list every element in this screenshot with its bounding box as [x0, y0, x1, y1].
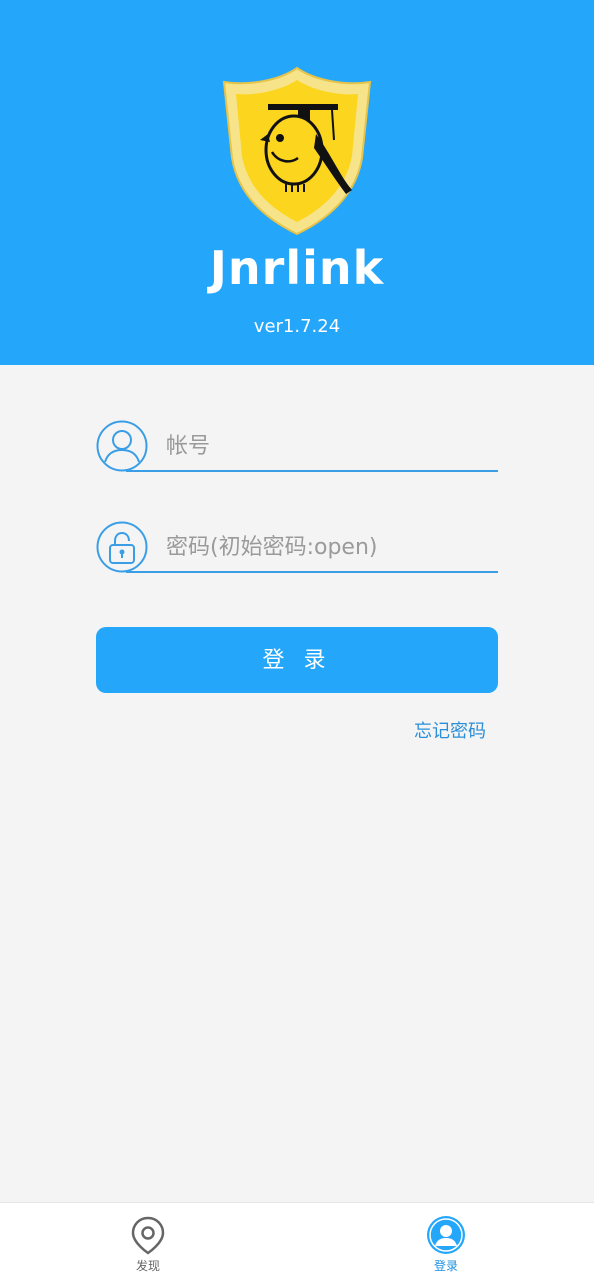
account-field[interactable]: [96, 418, 498, 474]
forgot-password-link[interactable]: 忘记密码: [400, 720, 486, 744]
login-button[interactable]: 登 录: [96, 627, 498, 693]
app-name: Jnrlink: [209, 241, 385, 295]
lock-icon: [96, 521, 148, 573]
bottom-nav: 发现 登录: [0, 1202, 594, 1281]
header: Jnrlink ver1.7.24: [0, 0, 594, 365]
password-field[interactable]: [96, 519, 498, 575]
nav-item-login[interactable]: 登录: [396, 1203, 496, 1281]
account-underline: [126, 470, 498, 472]
shield-bird-logo-icon: [222, 66, 372, 236]
account-input[interactable]: [166, 428, 494, 464]
user-icon: [96, 420, 148, 472]
nav-label-login: 登录: [433, 1259, 458, 1273]
nav-label-discover: 发现: [135, 1259, 160, 1273]
password-underline: [126, 571, 498, 573]
nav-item-discover[interactable]: 发现: [98, 1203, 198, 1281]
password-input[interactable]: [166, 529, 494, 565]
version-text: ver1.7.24: [253, 316, 341, 337]
user-avatar-icon: [427, 1216, 465, 1254]
location-pin-icon: [131, 1216, 165, 1255]
